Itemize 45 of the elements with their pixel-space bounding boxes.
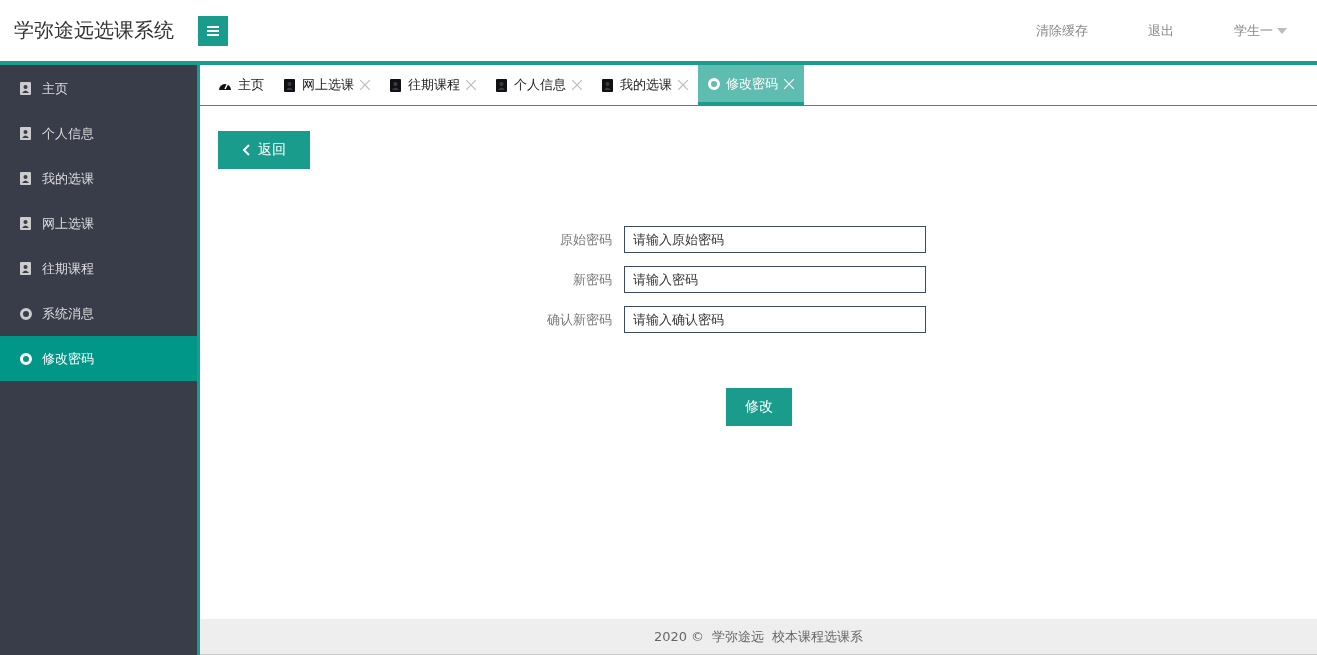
- sidebar-item[interactable]: 系统消息: [0, 291, 197, 336]
- footer-text: 校本课程选课系: [772, 627, 864, 646]
- password-field[interactable]: 请输入密码: [623, 266, 926, 293]
- contact-card-icon: [20, 262, 32, 275]
- tab[interactable]: 我的选课: [592, 65, 698, 105]
- sidebar-item[interactable]: 往期课程: [0, 246, 197, 291]
- contact-card-icon: [20, 127, 32, 140]
- tab[interactable]: 主页: [208, 65, 274, 105]
- sidebar-item[interactable]: 网上选课: [0, 201, 197, 246]
- field-label: 确认新密码: [545, 310, 612, 329]
- contact-card-icon: [496, 78, 508, 92]
- contact-card-icon: [284, 78, 296, 92]
- password-field[interactable]: 请输入确认密码: [623, 306, 926, 333]
- field-label: 新密码: [571, 270, 612, 289]
- close-icon[interactable]: [360, 80, 370, 90]
- menu-button[interactable]: [198, 15, 228, 46]
- field-label: 原始密码: [558, 230, 612, 249]
- tab[interactable]: 个人信息: [486, 65, 592, 105]
- header-link[interactable]: 退出: [1148, 21, 1174, 40]
- user-menu[interactable]: 学生一: [1234, 21, 1287, 40]
- app-title: 学弥途远选课系统: [14, 17, 174, 44]
- contact-card-icon: [602, 78, 614, 92]
- contact-card-icon: [20, 217, 32, 230]
- circle-icon: [20, 352, 32, 365]
- contact-card-icon: [20, 172, 32, 185]
- password-field[interactable]: 请输入原始密码: [623, 226, 926, 253]
- sidebar-item[interactable]: 我的选课: [0, 156, 197, 201]
- menu-icon: [207, 25, 219, 36]
- close-icon[interactable]: [678, 80, 688, 90]
- close-icon[interactable]: [572, 80, 582, 90]
- close-icon[interactable]: [466, 80, 476, 90]
- footer-text: 2020 ©: [653, 629, 705, 644]
- sidebar-item[interactable]: 个人信息: [0, 111, 197, 156]
- tab[interactable]: 网上选课: [274, 65, 380, 105]
- sidebar-item[interactable]: 修改密码: [0, 336, 197, 381]
- contact-card-icon: [20, 82, 32, 95]
- contact-card-icon: [390, 78, 402, 92]
- tab[interactable]: 往期课程: [380, 65, 486, 105]
- sidebar-item[interactable]: 主页: [0, 66, 197, 111]
- header-link[interactable]: 清除缓存: [1036, 21, 1088, 40]
- circle-icon: [708, 77, 720, 90]
- circle-icon: [20, 307, 32, 320]
- caret-icon: [1277, 27, 1287, 34]
- footer-text: 学弥途远: [712, 627, 765, 646]
- chevron-left-icon: [242, 144, 250, 156]
